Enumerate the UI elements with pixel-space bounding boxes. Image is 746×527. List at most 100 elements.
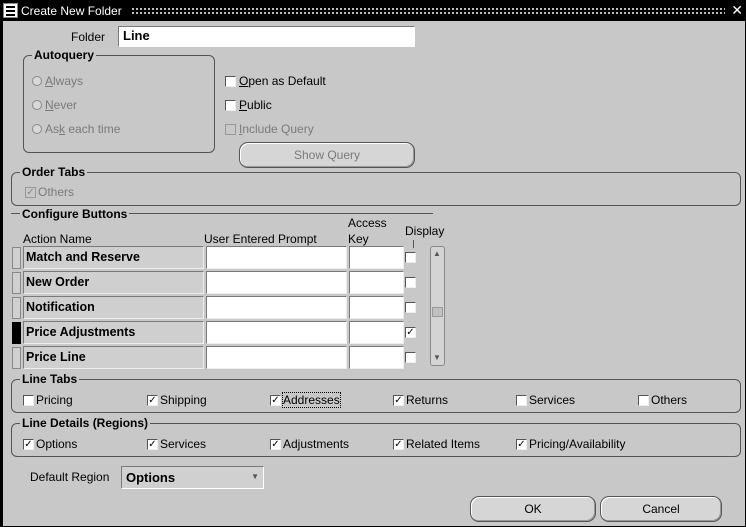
radio-always-label: Always	[45, 74, 84, 88]
check-icon: ✓	[26, 187, 35, 198]
linedetails-label: Adjustments	[283, 437, 350, 451]
folder-name-input[interactable]: Line	[118, 26, 415, 47]
scroll-down-icon[interactable]: ▼	[433, 353, 441, 362]
title-bar[interactable]: Create New Folder ✕	[1, 1, 746, 21]
row-selector[interactable]	[12, 297, 21, 319]
close-icon[interactable]: ✕	[731, 2, 743, 19]
col-header-user-entered-prompt: User Entered Prompt	[204, 232, 317, 246]
action-name-text: Price Line	[26, 350, 86, 364]
access-key-input[interactable]	[349, 296, 404, 319]
linetabs-checkbox-shipping[interactable]: ✓	[147, 395, 158, 406]
linedetails-label: Options	[36, 437, 78, 451]
col-header-display: Display	[405, 224, 445, 238]
check-icon: ✓	[271, 439, 280, 450]
check-icon: ✓	[517, 439, 526, 450]
linetabs-label: Others	[651, 393, 688, 407]
row-selector[interactable]	[12, 272, 21, 294]
cancel-button[interactable]: Cancel	[600, 496, 722, 522]
linedetails-label: Services	[160, 437, 207, 451]
line-tabs-title: Line Tabs	[20, 372, 80, 386]
order-tabs-group: Order Tabs	[11, 165, 741, 206]
display-checkbox[interactable]: ✓	[405, 327, 416, 338]
check-icon: ✓	[406, 327, 415, 338]
access-key-input[interactable]	[349, 321, 404, 344]
action-name-cell[interactable]: New Order	[23, 271, 204, 294]
linetabs-label: Pricing	[36, 393, 73, 407]
line-details-title: Line Details (Regions)	[20, 416, 151, 430]
user-entered-prompt-input[interactable]	[206, 246, 347, 269]
action-name-cell[interactable]: Notification	[23, 296, 204, 319]
access-key-input[interactable]	[349, 246, 404, 269]
dropdown-icon[interactable]: ▼	[251, 472, 259, 481]
access-key-input[interactable]	[349, 271, 404, 294]
linetabs-checkbox-services[interactable]	[516, 395, 527, 406]
radio-ask-each-time-label: Ask each time	[45, 122, 121, 136]
linedetails-checkbox-related-items[interactable]: ✓	[393, 439, 404, 450]
scroll-thumb[interactable]	[432, 307, 443, 317]
display-header-tick	[413, 240, 414, 248]
default-region-select[interactable]: Options ▼	[121, 466, 264, 489]
radio-ask-each-time[interactable]	[32, 124, 42, 134]
user-entered-prompt-input[interactable]	[206, 271, 347, 294]
folder-label: Folder	[71, 30, 106, 44]
col-header-action-name: Action Name	[23, 232, 92, 246]
linetabs-checkbox-others[interactable]	[638, 395, 649, 406]
check-icon: ✓	[394, 439, 403, 450]
row-selector[interactable]	[12, 247, 21, 269]
check-icon: ✓	[394, 395, 403, 406]
order-tabs-others-checkbox[interactable]: ✓	[25, 187, 36, 198]
linedetails-checkbox-options[interactable]: ✓	[23, 439, 34, 450]
line-details-group: Line Details (Regions)	[11, 416, 741, 457]
row-selector[interactable]	[12, 322, 21, 344]
radio-never-label: Never	[45, 98, 78, 112]
public-label: Public	[239, 98, 272, 112]
linetabs-label: Addresses	[282, 392, 341, 408]
dialog-content: Folder Line Autoquery Always Never Ask e…	[3, 21, 745, 526]
user-entered-prompt-input[interactable]	[206, 296, 347, 319]
ok-button[interactable]: OK	[470, 496, 596, 522]
linedetails-checkbox-adjustments[interactable]: ✓	[270, 439, 281, 450]
order-tabs-title: Order Tabs	[20, 165, 88, 179]
default-region-value: Options	[126, 470, 176, 485]
show-query-button[interactable]: Show Query	[239, 142, 415, 168]
linedetails-checkbox-services[interactable]: ✓	[147, 439, 158, 450]
linetabs-checkbox-returns[interactable]: ✓	[393, 395, 404, 406]
action-name-text: Notification	[26, 300, 95, 314]
display-checkbox[interactable]	[405, 302, 416, 313]
action-name-cell[interactable]: Match and Reserve	[23, 246, 204, 269]
linetabs-label: Services	[529, 393, 576, 407]
linedetails-checkbox-pricing-availability[interactable]: ✓	[516, 439, 527, 450]
app-icon	[3, 3, 18, 18]
radio-always-label-rest: lways	[53, 74, 84, 88]
radio-never[interactable]	[32, 100, 42, 110]
access-key-input[interactable]	[349, 346, 404, 369]
action-name-text: Match and Reserve	[26, 250, 140, 264]
linetabs-checkbox-addresses[interactable]: ✓	[270, 395, 281, 406]
linetabs-checkbox-pricing[interactable]	[23, 395, 34, 406]
create-new-folder-window: Create New Folder ✕ Folder Line Autoquer…	[0, 0, 746, 527]
linedetails-label: Pricing/Availability	[529, 437, 626, 451]
action-name-cell[interactable]: Price Line	[23, 346, 204, 369]
configure-buttons-title: Configure Buttons	[20, 207, 130, 221]
default-region-label: Default Region	[30, 470, 110, 484]
user-entered-prompt-input[interactable]	[206, 346, 347, 369]
folder-name-value: Line	[123, 28, 150, 43]
scroll-up-icon[interactable]: ▲	[433, 249, 441, 258]
radio-always[interactable]	[32, 76, 42, 86]
line-tabs-group: Line Tabs	[11, 372, 741, 413]
public-checkbox[interactable]	[225, 100, 236, 111]
row-selector[interactable]	[12, 347, 21, 369]
display-checkbox[interactable]	[405, 252, 416, 263]
linetabs-label: Returns	[406, 393, 449, 407]
table-scrollbar[interactable]: ▲ ▼	[430, 246, 445, 366]
display-checkbox[interactable]	[405, 277, 416, 288]
open-as-default-checkbox[interactable]	[225, 76, 236, 87]
user-entered-prompt-input[interactable]	[206, 321, 347, 344]
action-name-cell[interactable]: Price Adjustments	[23, 321, 204, 344]
display-checkbox[interactable]	[405, 352, 416, 363]
include-query-checkbox[interactable]	[225, 124, 236, 135]
title-bar-pattern	[131, 7, 725, 15]
window-title: Create New Folder	[21, 4, 122, 18]
col-header-access: Access	[348, 216, 387, 230]
open-as-default-label: Open as Default	[239, 74, 326, 88]
